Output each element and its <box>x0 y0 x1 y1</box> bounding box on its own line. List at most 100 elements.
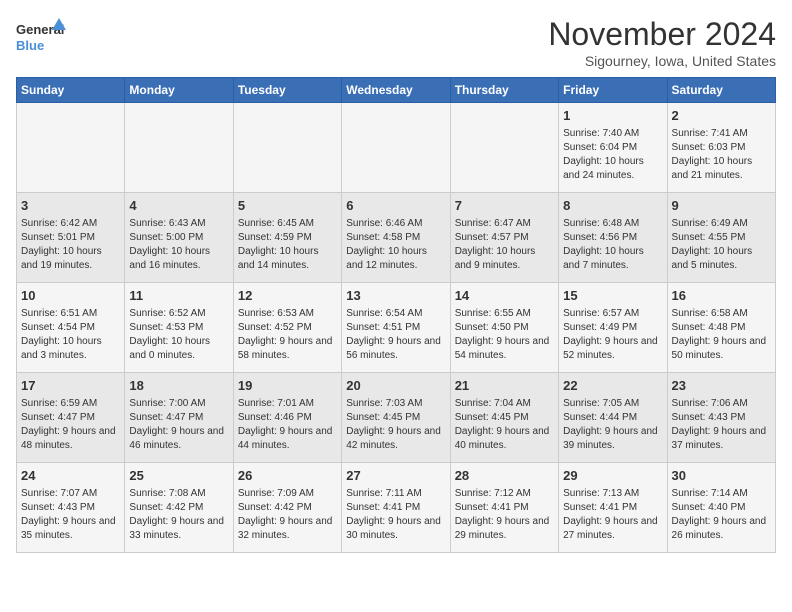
calendar-cell: 8Sunrise: 6:48 AMSunset: 4:56 PMDaylight… <box>559 193 667 283</box>
day-info: Daylight: 9 hours and 56 minutes. <box>346 335 445 363</box>
day-info: Sunrise: 7:03 AM <box>346 397 445 411</box>
day-info: Sunset: 4:59 PM <box>238 231 337 245</box>
day-number: 23 <box>672 377 771 395</box>
day-info: Sunrise: 6:57 AM <box>563 307 662 321</box>
calendar-cell: 18Sunrise: 7:00 AMSunset: 4:47 PMDayligh… <box>125 373 233 463</box>
calendar-cell: 4Sunrise: 6:43 AMSunset: 5:00 PMDaylight… <box>125 193 233 283</box>
day-info: Sunset: 4:41 PM <box>346 501 445 515</box>
day-number: 30 <box>672 467 771 485</box>
day-info: Sunset: 6:03 PM <box>672 141 771 155</box>
day-info: Sunrise: 6:58 AM <box>672 307 771 321</box>
calendar-cell: 20Sunrise: 7:03 AMSunset: 4:45 PMDayligh… <box>342 373 450 463</box>
day-info: Sunset: 4:42 PM <box>129 501 228 515</box>
day-info: Sunset: 4:45 PM <box>455 411 554 425</box>
day-info: Sunset: 4:41 PM <box>455 501 554 515</box>
weekday-header-row: SundayMondayTuesdayWednesdayThursdayFrid… <box>17 78 776 103</box>
day-info: Daylight: 10 hours and 21 minutes. <box>672 155 771 183</box>
day-info: Sunrise: 7:08 AM <box>129 487 228 501</box>
day-info: Sunrise: 6:54 AM <box>346 307 445 321</box>
day-info: Sunrise: 6:51 AM <box>21 307 120 321</box>
day-info: Daylight: 9 hours and 48 minutes. <box>21 425 120 453</box>
day-info: Sunset: 4:47 PM <box>129 411 228 425</box>
weekday-header: Sunday <box>17 78 125 103</box>
calendar-cell: 26Sunrise: 7:09 AMSunset: 4:42 PMDayligh… <box>233 463 341 553</box>
day-info: Sunset: 4:44 PM <box>563 411 662 425</box>
calendar-cell: 22Sunrise: 7:05 AMSunset: 4:44 PMDayligh… <box>559 373 667 463</box>
calendar-week-row: 10Sunrise: 6:51 AMSunset: 4:54 PMDayligh… <box>17 283 776 373</box>
day-info: Sunrise: 7:05 AM <box>563 397 662 411</box>
calendar-table: SundayMondayTuesdayWednesdayThursdayFrid… <box>16 77 776 553</box>
calendar-cell: 5Sunrise: 6:45 AMSunset: 4:59 PMDaylight… <box>233 193 341 283</box>
month-title: November 2024 <box>548 16 776 53</box>
day-info: Daylight: 9 hours and 27 minutes. <box>563 515 662 543</box>
day-info: Daylight: 9 hours and 33 minutes. <box>129 515 228 543</box>
day-info: Sunrise: 6:55 AM <box>455 307 554 321</box>
calendar-cell: 3Sunrise: 6:42 AMSunset: 5:01 PMDaylight… <box>17 193 125 283</box>
day-info: Sunrise: 7:41 AM <box>672 127 771 141</box>
day-info: Sunset: 4:40 PM <box>672 501 771 515</box>
day-number: 2 <box>672 107 771 125</box>
calendar-cell <box>125 103 233 193</box>
day-number: 29 <box>563 467 662 485</box>
calendar-cell: 14Sunrise: 6:55 AMSunset: 4:50 PMDayligh… <box>450 283 558 373</box>
day-number: 14 <box>455 287 554 305</box>
calendar-cell: 25 Sunrise: 7:08 AMSunset: 4:42 PMDayligh… <box>125 463 233 553</box>
day-info: Sunrise: 6:43 AM <box>129 217 228 231</box>
day-number: 7 <box>455 197 554 215</box>
day-info: Sunrise: 7:11 AM <box>346 487 445 501</box>
day-number: 27 <box>346 467 445 485</box>
calendar-cell <box>450 103 558 193</box>
day-info: Daylight: 10 hours and 14 minutes. <box>238 245 337 273</box>
calendar-cell: 1Sunrise: 7:40 AMSunset: 6:04 PMDaylight… <box>559 103 667 193</box>
day-info: Sunrise: 7:00 AM <box>129 397 228 411</box>
calendar-cell: 29Sunrise: 7:13 AMSunset: 4:41 PMDayligh… <box>559 463 667 553</box>
calendar-cell: 17Sunrise: 6:59 AMSunset: 4:47 PMDayligh… <box>17 373 125 463</box>
title-area: November 2024 Sigourney, Iowa, United St… <box>548 16 776 69</box>
day-info: Daylight: 10 hours and 5 minutes. <box>672 245 771 273</box>
calendar-cell <box>17 103 125 193</box>
calendar-cell: 15Sunrise: 6:57 AMSunset: 4:49 PMDayligh… <box>559 283 667 373</box>
day-number: 20 <box>346 377 445 395</box>
day-info: Sunset: 4:43 PM <box>672 411 771 425</box>
day-info: Daylight: 9 hours and 50 minutes. <box>672 335 771 363</box>
day-info: Sunset: 4:43 PM <box>21 501 120 515</box>
day-number: 18 <box>129 377 228 395</box>
calendar-cell: 24Sunrise: 7:07 AMSunset: 4:43 PMDayligh… <box>17 463 125 553</box>
day-info: Daylight: 10 hours and 12 minutes. <box>346 245 445 273</box>
day-number: 10 <box>21 287 120 305</box>
day-info: Daylight: 9 hours and 29 minutes. <box>455 515 554 543</box>
day-info: Daylight: 9 hours and 58 minutes. <box>238 335 337 363</box>
day-info: Sunset: 5:01 PM <box>21 231 120 245</box>
day-info: Sunset: 4:48 PM <box>672 321 771 335</box>
day-info: Sunrise: 6:48 AM <box>563 217 662 231</box>
day-number: 25 <box>129 467 228 485</box>
day-info: Sunrise: 6:47 AM <box>455 217 554 231</box>
day-info: Sunset: 4:56 PM <box>563 231 662 245</box>
calendar-cell: 28Sunrise: 7:12 AMSunset: 4:41 PMDayligh… <box>450 463 558 553</box>
day-info: Sunrise: 7:13 AM <box>563 487 662 501</box>
calendar-cell: 27Sunrise: 7:11 AMSunset: 4:41 PMDayligh… <box>342 463 450 553</box>
location-subtitle: Sigourney, Iowa, United States <box>548 53 776 69</box>
day-info: Daylight: 10 hours and 9 minutes. <box>455 245 554 273</box>
weekday-header: Wednesday <box>342 78 450 103</box>
day-number: 4 <box>129 197 228 215</box>
calendar-week-row: 3Sunrise: 6:42 AMSunset: 5:01 PMDaylight… <box>17 193 776 283</box>
day-info: Daylight: 9 hours and 37 minutes. <box>672 425 771 453</box>
calendar-cell: 21Sunrise: 7:04 AMSunset: 4:45 PMDayligh… <box>450 373 558 463</box>
weekday-header: Monday <box>125 78 233 103</box>
day-number: 19 <box>238 377 337 395</box>
calendar-cell <box>342 103 450 193</box>
calendar-week-row: 24Sunrise: 7:07 AMSunset: 4:43 PMDayligh… <box>17 463 776 553</box>
weekday-header: Saturday <box>667 78 775 103</box>
day-info: Sunset: 4:50 PM <box>455 321 554 335</box>
day-info: Sunset: 4:49 PM <box>563 321 662 335</box>
day-info: Sunrise: 6:46 AM <box>346 217 445 231</box>
calendar-cell <box>233 103 341 193</box>
day-number: 24 <box>21 467 120 485</box>
day-number: 12 <box>238 287 337 305</box>
day-info: Sunrise: 6:45 AM <box>238 217 337 231</box>
day-number: 21 <box>455 377 554 395</box>
day-info: Sunset: 4:57 PM <box>455 231 554 245</box>
calendar-cell: 13Sunrise: 6:54 AMSunset: 4:51 PMDayligh… <box>342 283 450 373</box>
weekday-header: Tuesday <box>233 78 341 103</box>
